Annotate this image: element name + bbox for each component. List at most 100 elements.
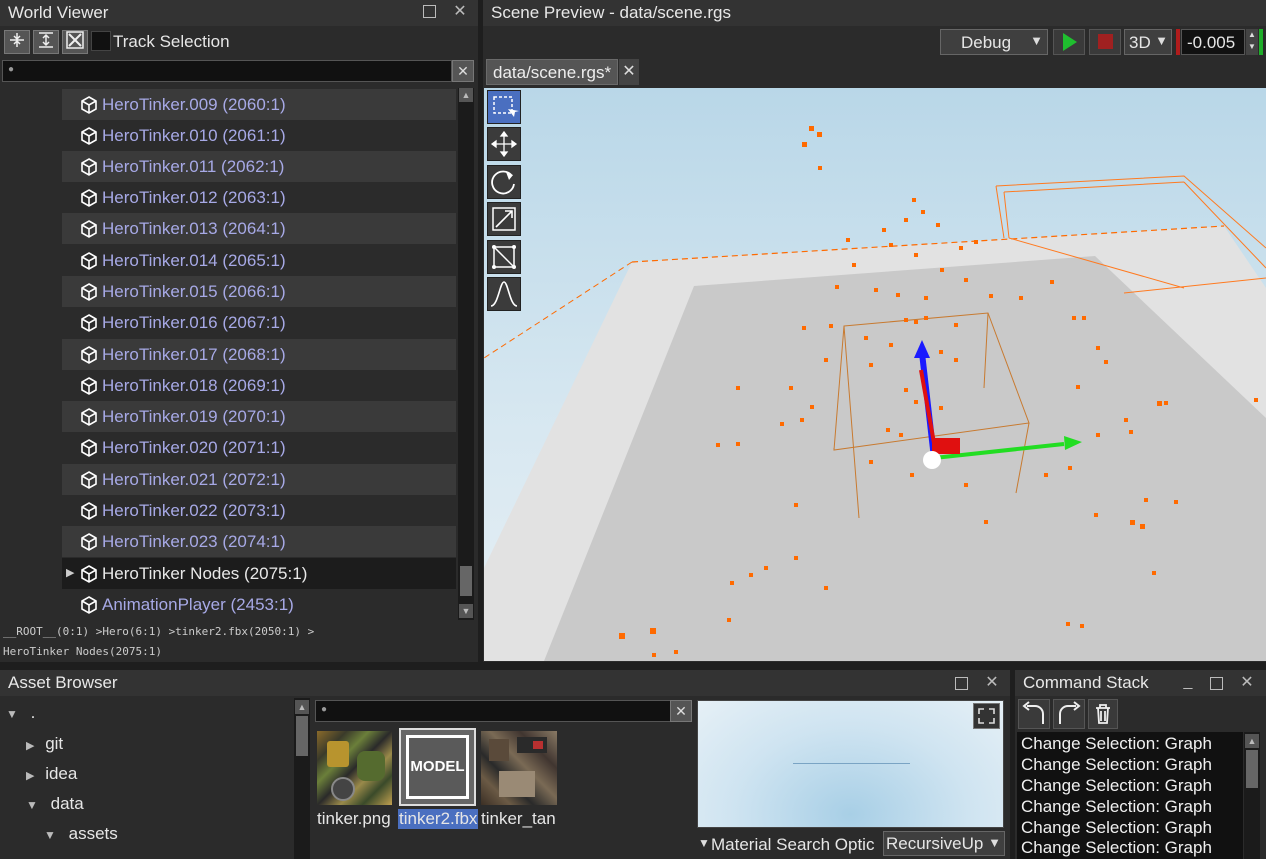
tree-item[interactable]: HeroTinker.018 (2069:1) <box>62 370 456 401</box>
redo-button[interactable] <box>1053 699 1085 729</box>
panel-divider[interactable] <box>478 0 483 662</box>
scroll-down-icon[interactable]: ▼ <box>459 604 473 618</box>
cube-icon <box>81 502 97 520</box>
cube-icon <box>81 220 97 238</box>
value-indicator-red <box>1176 29 1180 55</box>
expand-all-button[interactable] <box>33 30 59 54</box>
config-select[interactable]: Debug ▼ <box>940 29 1048 55</box>
play-button[interactable] <box>1053 29 1085 55</box>
asset-tree-item[interactable]: ▶ idea <box>26 759 77 789</box>
asset-tree-item[interactable]: ▼ assets <box>44 819 118 849</box>
asset-thumb-tinker-tan[interactable] <box>481 731 557 805</box>
select-tool-button[interactable] <box>487 90 521 124</box>
tree-item[interactable]: HeroTinker.009 (2060:1) <box>62 89 456 120</box>
collapse-arrow-icon[interactable]: ▼ <box>698 836 710 850</box>
expand-arrow-icon[interactable]: ▼ <box>6 707 18 721</box>
asset-tree-item[interactable]: ▼ . <box>6 698 35 728</box>
expand-arrow-icon[interactable]: ▼ <box>26 798 38 812</box>
curve-tool-button[interactable] <box>487 277 521 311</box>
rect-tool-button[interactable] <box>487 240 521 274</box>
scroll-thumb[interactable] <box>296 716 308 756</box>
tree-item[interactable]: HeroTinker.014 (2065:1) <box>62 245 456 276</box>
cube-icon <box>81 283 97 301</box>
fullscreen-button[interactable] <box>973 703 1000 729</box>
view-mode-select[interactable]: 3D ▼ <box>1124 29 1172 55</box>
scale-tool-button[interactable] <box>487 202 521 236</box>
stop-button[interactable] <box>1089 29 1121 55</box>
scene-viewport[interactable] <box>484 88 1266 661</box>
clear-asset-search-button[interactable]: ✕ <box>670 700 692 722</box>
tree-item[interactable]: HeroTinker.013 (2064:1) <box>62 213 456 244</box>
search-icon: ● <box>8 64 15 75</box>
maximize-icon[interactable] <box>955 677 968 690</box>
command-entry[interactable]: Change Selection: Graph <box>1021 796 1212 817</box>
track-selection-checkbox[interactable] <box>91 31 111 51</box>
asset-search-input[interactable]: ● <box>315 700 671 722</box>
clear-stack-button[interactable] <box>1088 699 1118 729</box>
asset-tree-scrollbar[interactable]: ▲ <box>294 698 310 859</box>
command-entry[interactable]: Change Selection: Graph <box>1021 754 1212 775</box>
maximize-icon[interactable] <box>423 5 436 18</box>
world-search-input[interactable]: ● <box>2 60 452 82</box>
tree-item[interactable]: HeroTinker.015 (2066:1) <box>62 276 456 307</box>
clear-search-button[interactable]: ✕ <box>452 60 474 82</box>
tab-scene[interactable]: data/scene.rgs* <box>486 59 618 85</box>
close-icon[interactable]: ✕ <box>1239 675 1255 691</box>
asset-tree-item[interactable]: ▶ git <box>26 729 63 759</box>
horizontal-divider[interactable] <box>0 662 1266 670</box>
command-entry[interactable]: Change Selection: Graph <box>1021 837 1212 858</box>
tree-item[interactable]: AnimationPlayer (2453:1) <box>62 589 456 620</box>
tree-item[interactable]: HeroTinker.021 (2072:1) <box>62 464 456 495</box>
undo-button[interactable] <box>1018 699 1050 729</box>
close-icon[interactable]: ✕ <box>452 4 468 20</box>
tree-item[interactable]: HeroTinker.010 (2061:1) <box>62 120 456 151</box>
cube-icon <box>81 314 97 332</box>
close-tab-button[interactable]: ✕ <box>619 59 639 85</box>
tree-item[interactable]: HeroTinker.023 (2074:1) <box>62 526 456 557</box>
scroll-up-icon[interactable]: ▲ <box>295 700 309 714</box>
tree-item[interactable]: HeroTinker.019 (2070:1) <box>62 401 456 432</box>
maximize-icon[interactable] <box>1210 677 1223 690</box>
scroll-thumb[interactable] <box>1246 750 1258 788</box>
tree-item[interactable]: HeroTinker.022 (2073:1) <box>62 495 456 526</box>
rotate-tool-button[interactable] <box>487 165 521 199</box>
close-icon: ✕ <box>457 63 469 79</box>
asset-command-divider[interactable] <box>1010 670 1015 859</box>
cube-icon <box>81 252 97 270</box>
tree-item-selected[interactable]: ▶ HeroTinker Nodes (2075:1) <box>62 558 456 589</box>
collapsed-arrow-icon[interactable]: ▶ <box>26 740 34 752</box>
value-field[interactable]: -0.005 <box>1181 29 1245 55</box>
tree-scrollbar[interactable]: ▲ ▼ <box>458 88 474 620</box>
expand-arrow-icon[interactable]: ▼ <box>44 828 56 842</box>
close-icon[interactable]: ✕ <box>984 675 1000 691</box>
asset-thumb-tinker-png[interactable] <box>317 731 392 805</box>
expand-arrow-icon[interactable]: ▶ <box>66 558 74 589</box>
fullscreen-icon <box>978 708 995 724</box>
asset-tree-item[interactable]: ▼ data <box>26 789 84 819</box>
tree-item[interactable]: HeroTinker.020 (2071:1) <box>62 432 456 463</box>
tree-item[interactable]: HeroTinker.011 (2062:1) <box>62 151 456 182</box>
value-stepper[interactable]: ▲ ▼ <box>1246 29 1258 55</box>
tree-item[interactable]: HeroTinker.016 (2067:1) <box>62 307 456 338</box>
material-search-select[interactable]: RecursiveUp ▼ <box>883 831 1005 856</box>
scroll-up-icon[interactable]: ▲ <box>459 88 473 102</box>
cube-icon <box>81 596 97 614</box>
tree-item[interactable]: HeroTinker.017 (2068:1) <box>62 339 456 370</box>
collapsed-arrow-icon[interactable]: ▶ <box>26 770 34 782</box>
command-scrollbar[interactable]: ▲ <box>1244 732 1260 859</box>
tree-item[interactable]: HeroTinker.012 (2063:1) <box>62 182 456 213</box>
clear-button[interactable] <box>62 30 88 54</box>
scroll-up-icon[interactable]: ▲ <box>1245 734 1259 748</box>
move-tool-icon <box>490 130 518 158</box>
asset-thumb-tinker2-fbx[interactable]: MODEL <box>399 728 476 806</box>
minimize-icon[interactable]: _ <box>1180 674 1196 690</box>
scroll-thumb[interactable] <box>460 566 472 596</box>
move-tool-button[interactable] <box>487 127 521 161</box>
command-entry[interactable]: Change Selection: Graph <box>1021 733 1212 754</box>
scene-preview-title: Scene Preview - data/scene.rgs <box>483 0 1266 26</box>
command-entry[interactable]: Change Selection: Graph <box>1021 775 1212 796</box>
close-icon: ✕ <box>622 63 636 80</box>
command-entry[interactable]: Change Selection: Graph <box>1021 817 1212 838</box>
material-preview[interactable] <box>697 700 1004 828</box>
collapse-all-button[interactable] <box>4 30 30 54</box>
